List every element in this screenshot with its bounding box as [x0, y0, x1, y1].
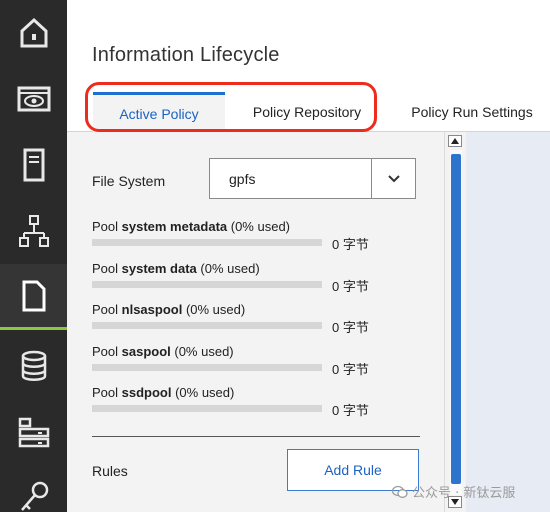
network-icon — [18, 215, 49, 247]
pool-name: saspool — [121, 344, 171, 359]
monitor-eye-icon — [17, 86, 50, 112]
pool-label: Pool system data (0% used) — [92, 261, 260, 276]
pool-usage-bar — [92, 239, 322, 246]
nav-item-storage[interactable] — [0, 333, 67, 399]
section-divider — [92, 436, 420, 437]
pool-label: Pool ssdpool (0% used) — [92, 385, 235, 400]
nav-item-hardware[interactable] — [0, 399, 67, 465]
pool-item: Pool saspool (0% used) 0 字节 — [92, 344, 382, 377]
scroll-up-button[interactable] — [448, 135, 462, 147]
dropdown-toggle[interactable] — [371, 159, 415, 198]
pool-name: system data — [121, 261, 197, 276]
file-system-label: File System — [92, 173, 166, 189]
file-system-select[interactable]: gpfs — [209, 158, 416, 199]
pool-size: 0 字节 — [332, 403, 369, 418]
pool-item: Pool nlsaspool (0% used) 0 字节 — [92, 302, 382, 335]
database-icon — [21, 350, 46, 381]
file-icon — [22, 280, 45, 311]
server-icon — [23, 148, 44, 182]
watermark-text: 公众号 · 新钛云服 — [412, 486, 516, 501]
left-nav — [0, 0, 67, 512]
triangle-up-icon — [451, 138, 459, 144]
pool-size: 0 字节 — [332, 320, 369, 335]
pool-item: Pool ssdpool (0% used) 0 字节 — [92, 385, 382, 418]
nav-item-network[interactable] — [0, 198, 67, 264]
pool-name: system metadata — [121, 219, 228, 234]
key-icon — [20, 481, 48, 511]
pool-usage-bar — [92, 281, 322, 288]
tab-policy-run-settings[interactable]: Policy Run Settings — [397, 92, 547, 132]
home-icon — [20, 17, 47, 48]
nav-item-access[interactable] — [0, 465, 67, 512]
pool-label: Pool system metadata (0% used) — [92, 219, 291, 234]
pool-item: Pool system metadata (0% used) 0 字节 — [92, 219, 382, 252]
nav-item-files[interactable] — [0, 264, 67, 330]
pool-label: Pool saspool (0% used) — [92, 344, 234, 359]
tab-highlight-annotation — [85, 82, 377, 132]
watermark: 公众号 · 新钛云服 — [392, 482, 515, 501]
pool-size: 0 字节 — [332, 279, 369, 294]
pool-name: ssdpool — [121, 385, 172, 400]
file-system-value: gpfs — [229, 171, 256, 187]
rules-label: Rules — [92, 463, 128, 479]
chevron-down-icon — [387, 174, 400, 182]
nav-item-servers[interactable] — [0, 132, 67, 198]
pool-usage-bar — [92, 405, 322, 412]
pool-item: Pool system data (0% used) 0 字节 — [92, 261, 382, 294]
pool-name: nlsaspool — [121, 302, 183, 317]
page-title: Information Lifecycle — [92, 44, 280, 66]
pool-label: Pool nlsaspool (0% used) — [92, 302, 246, 317]
scroll-thumb[interactable] — [451, 154, 461, 484]
pool-size: 0 字节 — [332, 362, 369, 377]
nav-item-monitoring[interactable] — [0, 66, 67, 132]
pool-usage-bar — [92, 364, 322, 371]
pool-usage-bar — [92, 322, 322, 329]
storage-rack-icon — [18, 417, 49, 448]
right-background — [466, 132, 550, 512]
pool-size: 0 字节 — [332, 237, 369, 252]
wechat-icon — [392, 485, 408, 498]
nav-item-home[interactable] — [0, 0, 67, 66]
vertical-scrollbar[interactable] — [444, 132, 466, 512]
